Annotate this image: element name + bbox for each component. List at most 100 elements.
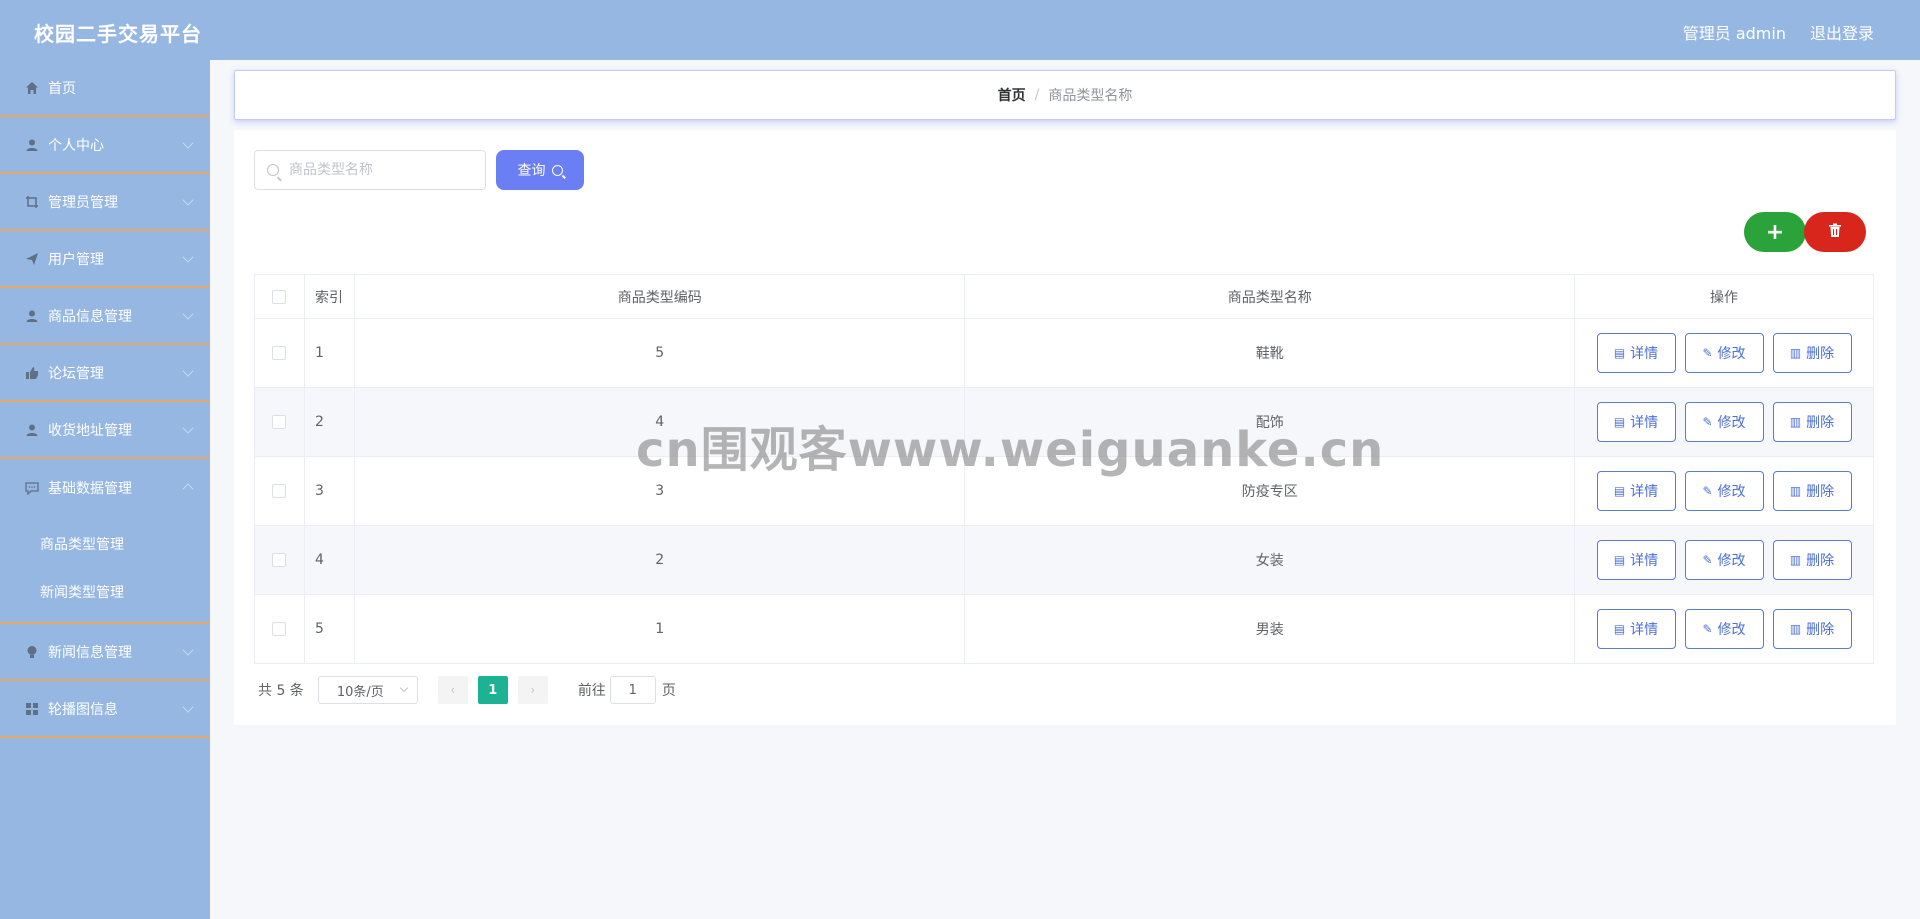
sidebar-item-forum[interactable]: 论坛管理: [0, 345, 210, 402]
header-user-area: 管理员 admin 退出登录: [1683, 20, 1874, 44]
sidebar-item-label: 论坛管理: [48, 365, 104, 382]
row-check-cell: [254, 387, 305, 457]
table-row: 5 1 男装 ▤ 详情 ✎ 修改 ▥ 删除: [254, 594, 1874, 664]
detail-button-label: 详情: [1630, 484, 1659, 500]
goto-page-input[interactable]: 1: [609, 676, 656, 704]
delete-button[interactable]: ▥ 删除: [1772, 402, 1852, 442]
table-row: 4 2 女装 ▤ 详情 ✎ 修改 ▥ 删除: [254, 525, 1874, 595]
plus-icon: +: [1765, 219, 1785, 245]
chevron-down-icon: [399, 683, 409, 693]
detail-button[interactable]: ▤ 详情: [1596, 471, 1676, 511]
breadcrumb: 首页 / 商品类型名称: [234, 70, 1896, 120]
page-size-select[interactable]: 10条/页: [317, 676, 418, 704]
detail-button[interactable]: ▤ 详情: [1596, 540, 1676, 580]
delete-button[interactable]: ▥ 删除: [1772, 609, 1852, 649]
trash-icon: ▥: [1789, 346, 1802, 360]
document-icon: ▤: [1613, 553, 1626, 567]
prev-page-button[interactable]: ‹: [437, 676, 468, 704]
pencil-icon: ✎: [1702, 415, 1713, 429]
row-ops: ▤ 详情 ✎ 修改 ▥ 删除: [1574, 456, 1874, 526]
sidebar-subitem-goods-type[interactable]: 商品类型管理: [0, 520, 210, 568]
row-code: 1: [353, 594, 966, 664]
logout-link[interactable]: 退出登录: [1810, 20, 1874, 44]
sidebar-item-label: 收货地址管理: [48, 422, 132, 439]
row-checkbox[interactable]: [272, 622, 287, 636]
sidebar-subitem-news-type[interactable]: 新闻类型管理: [0, 568, 210, 616]
add-button[interactable]: +: [1744, 212, 1806, 252]
column-header-code: 商品类型编码: [353, 274, 966, 319]
detail-button-label: 详情: [1630, 553, 1659, 569]
trash-icon: [1828, 223, 1842, 242]
chevron-down-icon: [182, 365, 194, 377]
pagination: 共 5 条 10条/页 ‹ 1 › 前往 1 页: [258, 676, 676, 704]
delete-button-label: 删除: [1806, 346, 1835, 362]
sidebar-subitem-label: 新闻类型管理: [40, 585, 124, 601]
breadcrumb-current: 商品类型名称: [1048, 88, 1133, 104]
crop-icon: [24, 194, 40, 210]
next-page-button[interactable]: ›: [517, 676, 548, 704]
row-index: 2: [303, 387, 355, 457]
column-header-index: 索引: [303, 274, 355, 319]
sidebar-item-basic-data[interactable]: 基础数据管理: [0, 459, 210, 516]
edit-button-label: 修改: [1717, 484, 1746, 500]
delete-button[interactable]: ▥ 删除: [1772, 333, 1852, 373]
row-checkbox[interactable]: [272, 484, 287, 498]
edit-button[interactable]: ✎ 修改: [1684, 333, 1764, 373]
row-checkbox[interactable]: [272, 415, 287, 429]
delete-button-label: 删除: [1806, 622, 1835, 638]
row-name: 女装: [964, 525, 1575, 595]
breadcrumb-home[interactable]: 首页: [998, 85, 1026, 105]
search-icon: [551, 164, 563, 176]
chevron-down-icon: [182, 422, 194, 434]
edit-button[interactable]: ✎ 修改: [1684, 609, 1764, 649]
query-button-label: 查询: [517, 163, 546, 179]
sidebar-item-goods-info[interactable]: 商品信息管理: [0, 288, 210, 345]
home-icon: [24, 80, 40, 96]
query-button[interactable]: 查询: [496, 150, 584, 190]
page-number-current[interactable]: 1: [477, 676, 508, 704]
edit-button[interactable]: ✎ 修改: [1684, 402, 1764, 442]
row-index: 5: [303, 594, 355, 664]
brand-title: 校园二手交易平台: [34, 22, 202, 46]
row-check-cell: [254, 456, 305, 526]
sidebar-item-carousel[interactable]: 轮播图信息: [0, 681, 210, 738]
delete-button[interactable]: ▥ 删除: [1772, 540, 1852, 580]
trash-icon: ▥: [1789, 622, 1802, 636]
thumb-icon: [24, 365, 40, 381]
edit-button[interactable]: ✎ 修改: [1684, 540, 1764, 580]
chat-icon: [24, 480, 40, 496]
edit-button-label: 修改: [1717, 346, 1746, 362]
table-header-row: 索引 商品类型编码 商品类型名称 操作: [254, 274, 1874, 319]
send-icon: [24, 251, 40, 267]
batch-delete-button[interactable]: [1804, 212, 1866, 252]
trash-icon: ▥: [1789, 484, 1802, 498]
detail-button[interactable]: ▤ 详情: [1596, 402, 1676, 442]
delete-button[interactable]: ▥ 删除: [1772, 471, 1852, 511]
delete-button-label: 删除: [1806, 484, 1835, 500]
sidebar-item-admin-management[interactable]: 管理员管理: [0, 174, 210, 231]
sidebar-item-address[interactable]: 收货地址管理: [0, 402, 210, 459]
row-index: 3: [303, 456, 355, 526]
sidebar-item-home[interactable]: 首页: [0, 60, 210, 117]
detail-button-label: 详情: [1630, 415, 1659, 431]
edit-button[interactable]: ✎ 修改: [1684, 471, 1764, 511]
sidebar-item-label: 个人中心: [48, 137, 104, 154]
document-icon: ▤: [1613, 622, 1626, 636]
sidebar-item-user-management[interactable]: 用户管理: [0, 231, 210, 288]
detail-button[interactable]: ▤ 详情: [1596, 333, 1676, 373]
search-field[interactable]: [254, 150, 486, 190]
sidebar-item-news-info[interactable]: 新闻信息管理: [0, 624, 210, 681]
sidebar: 首页 个人中心 管理员管理 用户管理 商品信息管理 论坛管理 收货地址管理 基础…: [0, 60, 210, 919]
row-checkbox[interactable]: [272, 553, 287, 567]
search-input[interactable]: [289, 162, 479, 178]
row-check-cell: [254, 525, 305, 595]
sidebar-item-label: 轮播图信息: [48, 701, 118, 718]
sidebar-item-personal-center[interactable]: 个人中心: [0, 117, 210, 174]
pencil-icon: ✎: [1702, 622, 1713, 636]
row-index: 4: [303, 525, 355, 595]
row-checkbox[interactable]: [272, 346, 287, 360]
pencil-icon: ✎: [1702, 553, 1713, 567]
select-all-checkbox[interactable]: [272, 289, 287, 304]
row-ops: ▤ 详情 ✎ 修改 ▥ 删除: [1574, 387, 1874, 457]
detail-button[interactable]: ▤ 详情: [1596, 609, 1676, 649]
